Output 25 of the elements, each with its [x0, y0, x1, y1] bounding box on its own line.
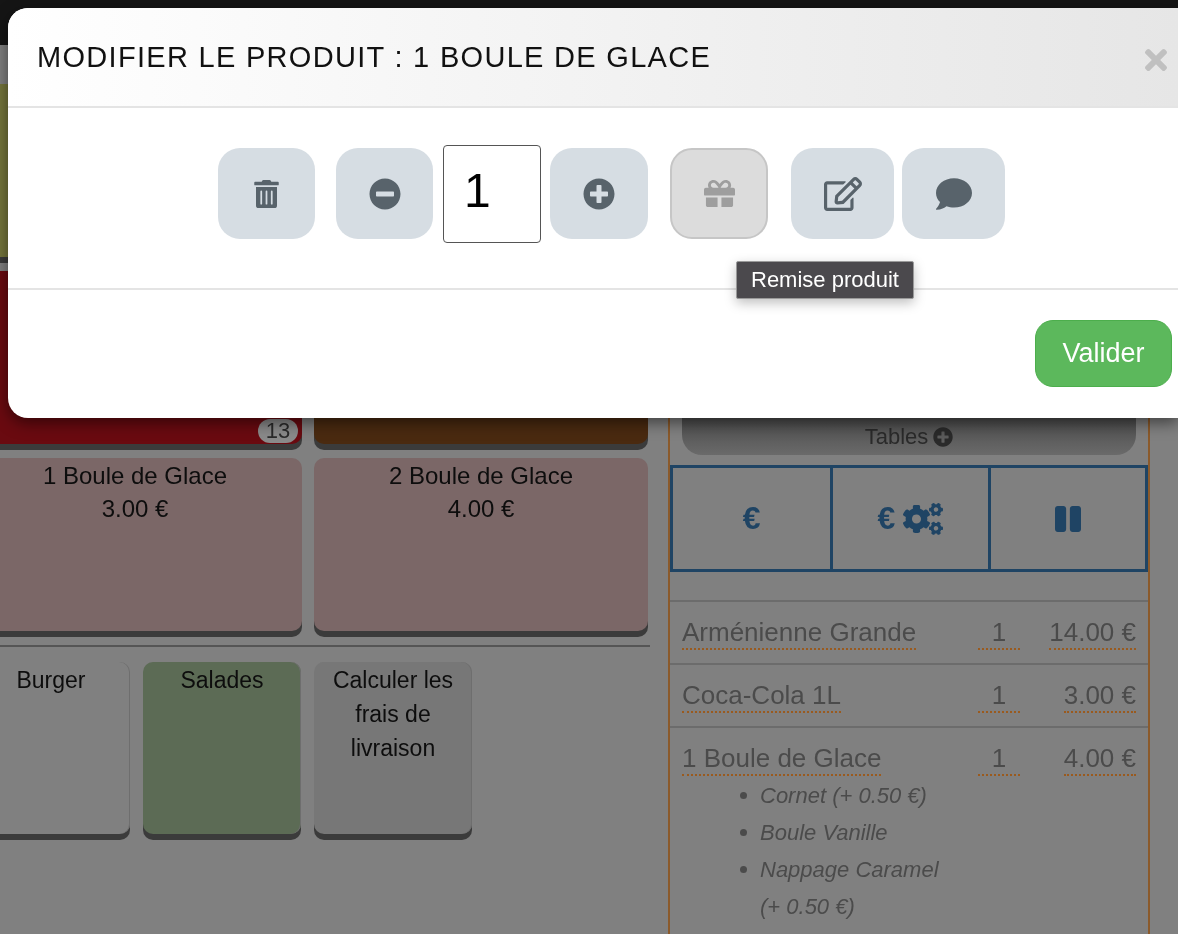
- product-price: 3.00 €: [100, 494, 170, 524]
- minus-button[interactable]: [336, 148, 433, 239]
- bullet-icon: [740, 829, 747, 836]
- quantity-input[interactable]: 1: [443, 144, 541, 243]
- validate-button[interactable]: Valider: [1035, 320, 1172, 387]
- payment-settings-button[interactable]: €: [830, 468, 988, 569]
- payment-button[interactable]: €: [673, 468, 831, 569]
- product-price: 4.00 €: [446, 494, 516, 524]
- comment-button[interactable]: [902, 148, 1005, 239]
- pause-icon: [1054, 503, 1081, 534]
- gift-icon: [703, 178, 735, 209]
- plus-button[interactable]: [550, 148, 648, 239]
- count-badge: 13: [258, 419, 298, 443]
- bullet-icon: [740, 792, 747, 799]
- bullet-icon: [740, 866, 747, 873]
- dialog-title: MODIFIER LE PRODUIT : 1 BOULE DE GLACE: [37, 40, 712, 74]
- trash-icon: [254, 179, 279, 208]
- edit-button[interactable]: [791, 148, 894, 239]
- tooltip: Remise produit: [736, 261, 914, 299]
- gears-icon: [903, 502, 944, 535]
- product-name: 2 Boule de Glace: [387, 461, 575, 491]
- speech-bubble-icon: [935, 175, 972, 212]
- euro-label: €: [877, 500, 896, 537]
- delete-button[interactable]: [218, 148, 315, 239]
- product-name: 1 Boule de Glace: [41, 461, 229, 491]
